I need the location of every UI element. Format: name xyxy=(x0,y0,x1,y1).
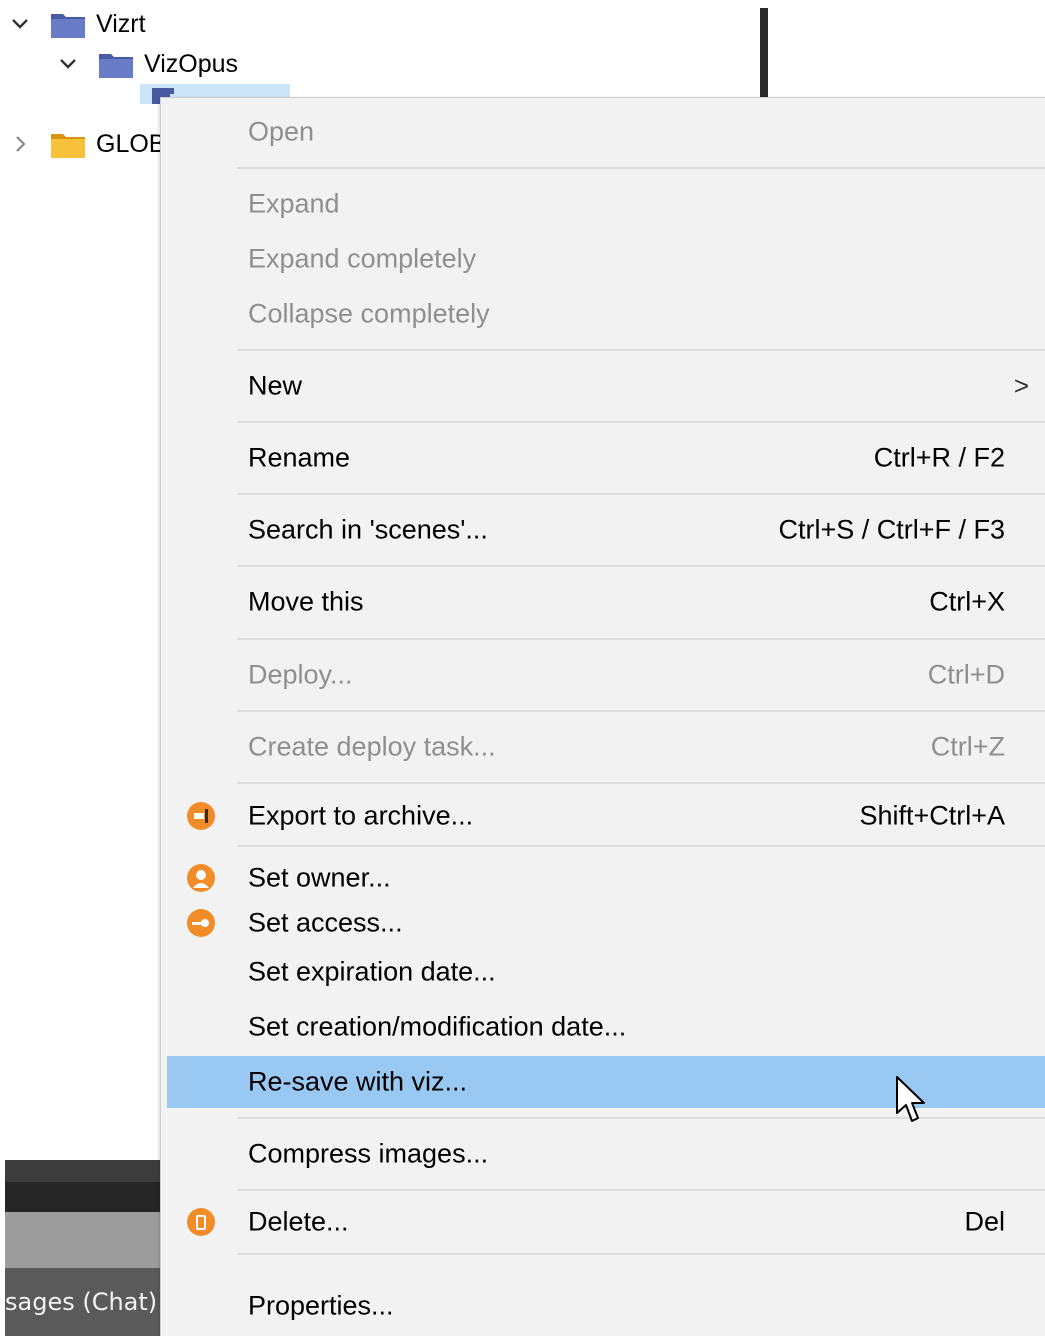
menu-separator xyxy=(237,845,1045,847)
tree-node-label: VizOpus xyxy=(144,49,239,78)
menu-item-label: Set creation/modification date... xyxy=(248,1011,627,1042)
screen: Vizrt VizOpus GLOB sages (Chat) Open Exp… xyxy=(0,0,1045,1336)
menu-separator xyxy=(237,565,1045,567)
tree-node-label: GLOB xyxy=(96,129,166,158)
menu-item-compress-images[interactable]: Compress images... xyxy=(161,1128,1045,1180)
menu-item-label: Rename xyxy=(248,442,351,473)
menu-item-export-to-archive[interactable]: Export to archive... Shift+Ctrl+A xyxy=(161,790,1045,842)
menu-item-label: Set owner... xyxy=(248,862,391,893)
menu-item-label: Move this xyxy=(248,586,364,617)
menu-item-shortcut: Ctrl+S / Ctrl+F / F3 xyxy=(778,514,1005,545)
menu-item-label: Properties... xyxy=(248,1290,394,1321)
panel-header xyxy=(5,1160,165,1212)
menu-item-collapse-completely[interactable]: Collapse completely xyxy=(161,288,1045,340)
menu-item-label: Expand xyxy=(248,188,340,219)
menu-item-label: Re-save with viz... xyxy=(248,1066,468,1097)
menu-separator xyxy=(237,167,1045,169)
menu-item-new[interactable]: New > xyxy=(161,360,1045,412)
folder-icon xyxy=(51,134,85,158)
menu-item-delete[interactable]: Delete... Del xyxy=(161,1196,1045,1248)
menu-item-shortcut: Ctrl+X xyxy=(929,586,1005,617)
panel-body xyxy=(5,1212,165,1268)
export-icon xyxy=(187,802,215,830)
menu-item-label: Set access... xyxy=(248,907,403,938)
panel-splitter[interactable] xyxy=(760,8,768,100)
messages-tab[interactable]: sages (Chat) xyxy=(5,1268,165,1336)
menu-item-label: Create deploy task... xyxy=(248,731,496,762)
delete-icon xyxy=(187,1208,215,1236)
menu-item-shortcut: Ctrl+D xyxy=(927,659,1005,690)
menu-item-label: Delete... xyxy=(248,1206,349,1237)
menu-item-open[interactable]: Open xyxy=(161,106,1045,158)
menu-item-create-deploy-task[interactable]: Create deploy task... Ctrl+Z xyxy=(161,721,1045,773)
tree-node-vizrt[interactable]: Vizrt xyxy=(8,4,146,44)
menu-item-deploy[interactable]: Deploy... Ctrl+D xyxy=(161,649,1045,701)
tree-node-glob[interactable]: GLOB xyxy=(8,124,165,164)
menu-item-expand-completely[interactable]: Expand completely xyxy=(161,233,1045,285)
menu-separator xyxy=(237,1253,1045,1255)
menu-item-label: New xyxy=(248,370,303,401)
messages-tab-label: sages (Chat) xyxy=(5,1288,158,1316)
tree-node-label: Vizrt xyxy=(96,9,146,38)
chevron-down-icon[interactable] xyxy=(8,12,32,36)
menu-item-search[interactable]: Search in 'scenes'... Ctrl+S / Ctrl+F / … xyxy=(161,504,1045,556)
menu-item-label: Collapse completely xyxy=(248,298,490,329)
menu-item-move-this[interactable]: Move this Ctrl+X xyxy=(161,576,1045,628)
submenu-arrow-icon: > xyxy=(1013,370,1029,401)
menu-item-expand[interactable]: Expand xyxy=(161,178,1045,230)
menu-item-set-expiration-date[interactable]: Set expiration date... xyxy=(161,946,1045,998)
menu-item-label: Deploy... xyxy=(248,659,353,690)
menu-item-rename[interactable]: Rename Ctrl+R / F2 xyxy=(161,432,1045,484)
menu-separator xyxy=(237,421,1045,423)
context-menu: Open Expand Expand completely Collapse c… xyxy=(160,97,1045,1336)
mouse-pointer-icon xyxy=(896,1076,925,1122)
tree-node-vizopus[interactable]: VizOpus xyxy=(56,44,238,84)
menu-item-properties[interactable]: Properties... xyxy=(161,1280,1045,1332)
menu-item-set-creation-modification-date[interactable]: Set creation/modification date... xyxy=(161,1001,1045,1053)
menu-separator xyxy=(237,349,1045,351)
chevron-down-icon[interactable] xyxy=(56,52,80,76)
menu-separator xyxy=(237,710,1045,712)
menu-item-shortcut: Ctrl+R / F2 xyxy=(873,442,1005,473)
menu-item-label: Search in 'scenes'... xyxy=(248,514,488,545)
access-key-icon xyxy=(187,909,215,937)
folder-icon xyxy=(99,54,133,78)
menu-item-shortcut: Shift+Ctrl+A xyxy=(859,800,1005,831)
menu-item-label: Expand completely xyxy=(248,243,477,274)
menu-separator xyxy=(237,1189,1045,1191)
menu-item-shortcut: Del xyxy=(964,1206,1005,1237)
menu-separator xyxy=(237,493,1045,495)
menu-item-label: Export to archive... xyxy=(248,800,474,831)
menu-item-label: Open xyxy=(248,116,315,147)
owner-icon xyxy=(187,864,215,892)
menu-item-set-access[interactable]: Set access... xyxy=(161,897,1045,949)
menu-item-label: Compress images... xyxy=(248,1138,489,1169)
menu-separator xyxy=(237,638,1045,640)
chevron-right-icon[interactable] xyxy=(8,132,32,156)
folder-icon xyxy=(51,14,85,38)
menu-separator xyxy=(237,782,1045,784)
menu-item-label: Set expiration date... xyxy=(248,956,496,987)
menu-item-shortcut: Ctrl+Z xyxy=(930,731,1005,762)
